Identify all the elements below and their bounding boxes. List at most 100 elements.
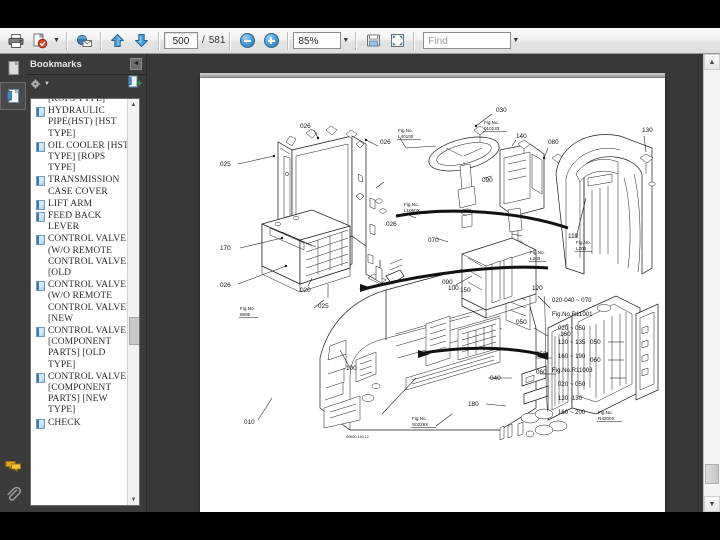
- rail-comments-button[interactable]: [0, 452, 26, 480]
- svg-text:Fig.No.: Fig.No.: [484, 120, 499, 125]
- bookmark-label: CHECK: [48, 417, 81, 428]
- toolbar-separator: [355, 31, 358, 50]
- print-button[interactable]: [4, 29, 28, 53]
- bookmarks-panel: Bookmarks ◄ ▼ [ROPS TYPE] HYDRAULIC PIPE…: [26, 54, 146, 512]
- callout-020: 020: [300, 287, 311, 294]
- bookmarks-scroll-down-arrow[interactable]: ▼: [128, 494, 139, 505]
- bookmark-item[interactable]: HYDRAULIC PIPE(HST) [HST TYPE]: [33, 106, 130, 140]
- rail-attachments-button[interactable]: [0, 480, 26, 508]
- options-caret-icon[interactable]: ▼: [44, 81, 50, 87]
- page-total-label: 581: [208, 35, 226, 46]
- find-group: Find ▼: [423, 30, 521, 52]
- callout-060: 060: [536, 369, 547, 376]
- ref-table-row-1: Fig.No.R11001: [552, 311, 593, 318]
- callout-050: 050: [516, 319, 527, 326]
- callout-180: 180: [468, 401, 479, 408]
- zoom-out-button[interactable]: [235, 29, 259, 53]
- bookmark-item[interactable]: CONTROL VALVE [COMPONENT PARTS] [OLD TYP…: [33, 326, 130, 371]
- email-button[interactable]: [72, 29, 96, 53]
- bookmark-label: LIFT ARM: [48, 198, 93, 209]
- toolbar-separator: [229, 31, 232, 50]
- bookmark-icon: [36, 107, 45, 118]
- callout-100: 100: [448, 285, 459, 292]
- rail-bookmarks-button[interactable]: [0, 82, 26, 110]
- zoom-level-input[interactable]: 85%: [293, 32, 342, 49]
- find-dropdown-caret-icon[interactable]: ▼: [512, 30, 519, 52]
- svg-text:010133: 010133: [484, 126, 500, 131]
- svg-text:L203: L203: [530, 256, 541, 261]
- toolbar-separator: [99, 31, 102, 50]
- toolbar-separator: [413, 31, 416, 50]
- bookmark-item[interactable]: OIL COOLER [HST TYPE] [ROPS TYPE]: [33, 141, 130, 175]
- previous-page-button[interactable]: [106, 29, 130, 53]
- battery-group: [261, 209, 351, 293]
- document-scroll-up-arrow[interactable]: ▲: [704, 54, 720, 70]
- bookmarks-options-button[interactable]: ▼: [30, 78, 50, 90]
- zoom-dropdown-caret-icon[interactable]: ▼: [342, 30, 349, 52]
- ref-table-row-5: Fig.No.R11003: [552, 367, 593, 374]
- find-input[interactable]: Find: [423, 32, 512, 49]
- document-scroll-down-arrow[interactable]: ▼: [704, 496, 720, 512]
- rail-pages-button[interactable]: [0, 54, 26, 82]
- fig-ref-L203-a: Fig.No. L203: [529, 250, 546, 262]
- save-dropdown-caret-icon[interactable]: ▼: [53, 30, 60, 52]
- collapse-panel-icon[interactable]: ◄: [130, 58, 142, 70]
- bookmarks-scroll-thumb[interactable]: [129, 317, 139, 345]
- ref-table-row-2: 020 ~ 050: [558, 325, 586, 332]
- save-copy-button[interactable]: [28, 29, 52, 53]
- fig-ref-8595: Fig.No. 8595: [239, 306, 258, 318]
- toolbar-separator: [157, 31, 160, 50]
- bookmark-item[interactable]: LIFT ARM: [33, 199, 130, 210]
- callout-100: 100: [346, 365, 357, 372]
- ref-table-row-6: 020 ~ 050: [558, 381, 586, 388]
- bookmark-icon: [36, 199, 45, 210]
- ref-table-row-7: 120 ·130: [558, 395, 583, 402]
- svg-text:Fig.No.: Fig.No.: [240, 306, 255, 311]
- fig-ref-010133: Fig.No. 010133: [483, 120, 507, 132]
- bookmark-label: OIL COOLER [HST TYPE] [ROPS TYPE]: [48, 140, 129, 174]
- callout-070: 070: [428, 237, 439, 244]
- bookmark-item[interactable]: CONTROL VALVE [COMPONENT PARTS] [NEW TYP…: [33, 372, 130, 417]
- callout-060: 060: [590, 357, 601, 364]
- callout-140: 140: [516, 133, 527, 140]
- bookmark-icon: [36, 176, 45, 187]
- navigation-rail: [0, 54, 27, 512]
- bookmark-item[interactable]: CONTROL VALVE (W/O REMOTE CONTROL VALVE)…: [33, 280, 130, 325]
- callout-160: 160: [560, 331, 571, 338]
- callout-010: 010: [244, 419, 255, 426]
- bookmarks-panel-toolbar: ▼: [26, 75, 146, 93]
- bookmark-icon: [36, 235, 45, 246]
- next-page-button[interactable]: [130, 29, 154, 53]
- svg-text:L1050X: L1050X: [404, 208, 420, 213]
- options-gear-icon: [30, 79, 41, 89]
- pdf-reader-window: ▼ 500 / 581 85% ▼ Find ▼ Bookmarks ◄ ▼ […: [0, 28, 720, 512]
- bookmark-label: CONTROL VALVE (W/O REMOTE CONTROL VALVE)…: [48, 234, 130, 279]
- bookmark-item[interactable]: FEED BACK LEVER: [33, 211, 130, 233]
- page-number-input[interactable]: 500: [163, 32, 198, 49]
- toolbar-separator: [65, 31, 68, 50]
- bookmark-item[interactable]: CONTROL VALVE (W/O REMOTE CONTROL VALVE)…: [33, 234, 130, 279]
- instrument-panel-group: [499, 139, 565, 247]
- bookmark-item[interactable]: CHECK: [33, 418, 130, 429]
- svg-text:Fig.No.: Fig.No.: [412, 416, 427, 421]
- zoom-in-button[interactable]: [259, 29, 283, 53]
- new-bookmark-button[interactable]: [127, 75, 142, 93]
- main-toolbar: ▼ 500 / 581 85% ▼ Find ▼: [0, 28, 720, 54]
- bookmarks-scrollbar[interactable]: ▲ ▼: [127, 99, 139, 505]
- svg-text:8595: 8595: [240, 312, 251, 317]
- bookmark-label: CONTROL VALVE (W/O REMOTE CONTROL VALVE)…: [48, 280, 130, 324]
- fit-page-button[interactable]: [385, 29, 409, 53]
- bookmark-item[interactable]: [ROPS TYPE]: [33, 99, 130, 105]
- fender-group: [555, 134, 656, 275]
- svg-text:Fig.No.: Fig.No.: [398, 128, 413, 133]
- callout-026: 026: [300, 123, 311, 130]
- bookmark-label: TRANSMISSION CASE COVER: [48, 175, 120, 197]
- document-scroll-thumb[interactable]: [705, 464, 719, 484]
- fit-width-button[interactable]: [361, 29, 385, 53]
- document-scrollbar[interactable]: ▲ ▼: [703, 54, 720, 512]
- bookmarks-scroll-up-arrow[interactable]: ▲: [128, 99, 139, 110]
- bookmark-item[interactable]: TRANSMISSION CASE COVER: [33, 175, 130, 197]
- ref-table-row-4: 160 ~ 190: [558, 353, 586, 360]
- bookmark-label: HYDRAULIC PIPE(HST) [HST TYPE]: [48, 106, 117, 139]
- bookmarks-list[interactable]: [ROPS TYPE] HYDRAULIC PIPE(HST) [HST TYPE…: [30, 98, 140, 506]
